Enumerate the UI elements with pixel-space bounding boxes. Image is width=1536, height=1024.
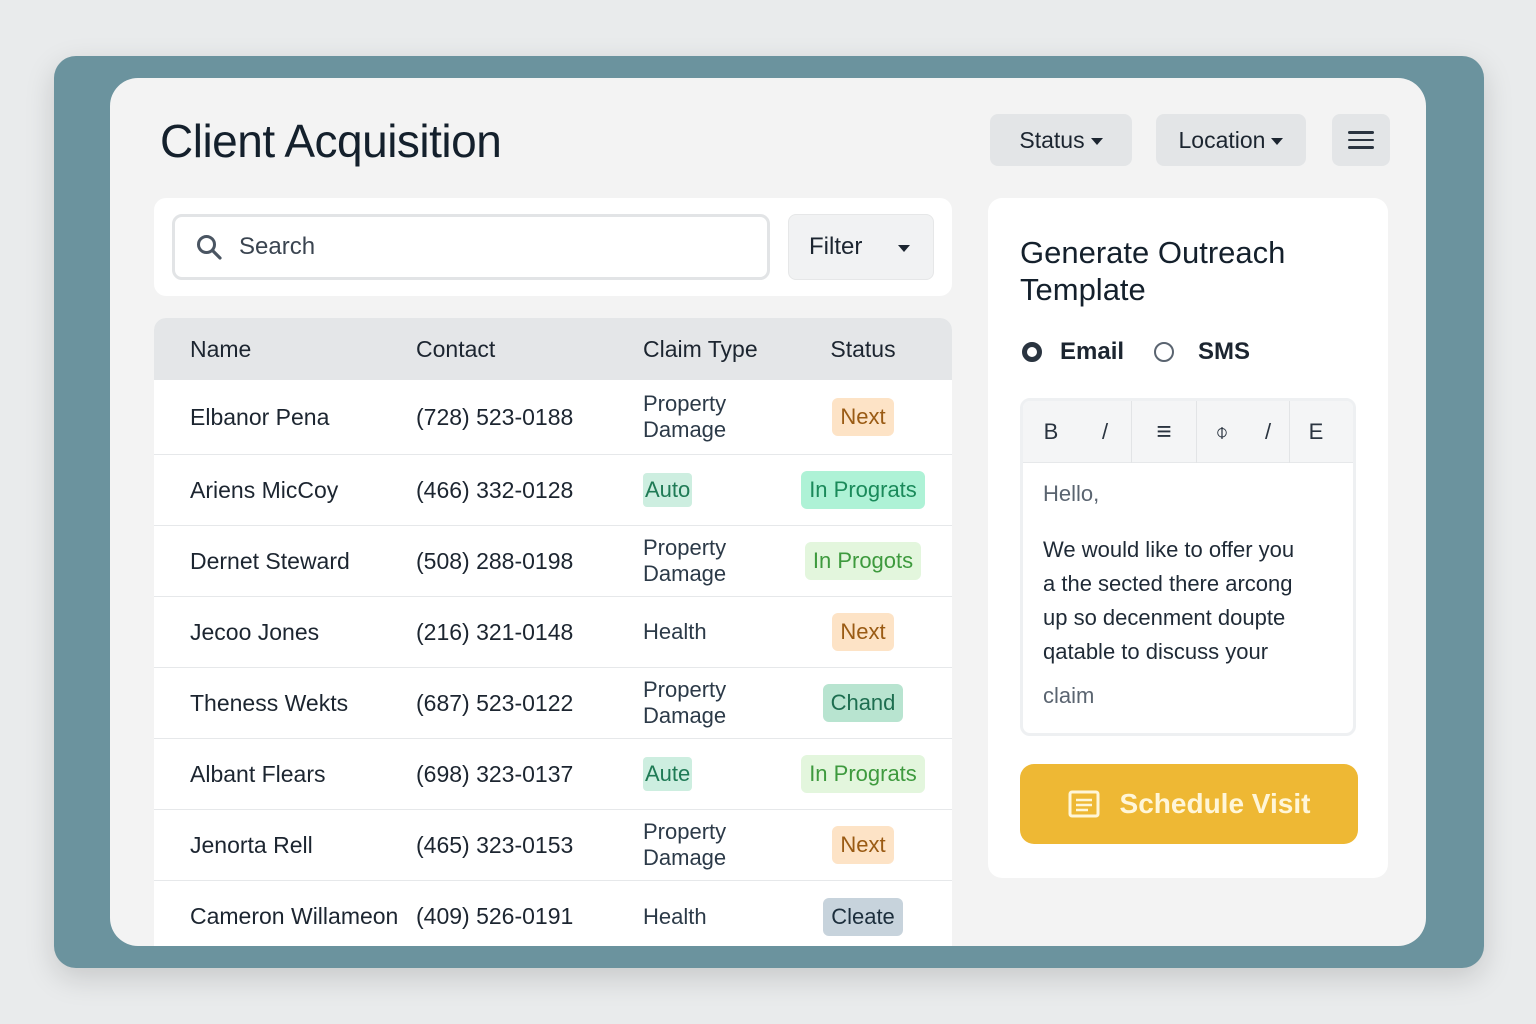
claim-type-line: Damage	[643, 845, 727, 870]
client-name: Theness Wekts	[190, 689, 349, 716]
table-row[interactable]: Jecoo Jones (216) 321-0148 Health Next	[154, 597, 952, 668]
client-name: Jenorta Rell	[190, 831, 313, 858]
page-title: Client Acquisition	[160, 115, 502, 167]
claim-type-line: Property	[643, 819, 727, 844]
filter-label: Filter	[809, 233, 863, 260]
outreach-title: Generate Outreach Template	[1020, 235, 1286, 307]
client-contact: (508) 288-0198	[416, 547, 574, 574]
client-name: Ariens MicCoy	[190, 476, 339, 503]
main-panel: Client Acquisition Status Location Filte…	[110, 78, 1426, 946]
column-header-contact[interactable]: Contact	[416, 336, 495, 363]
status-dropdown-label: Status	[1019, 126, 1085, 153]
schedule-visit-button[interactable]: Schedule Visit	[1020, 764, 1358, 844]
editor-toolbar: B / ≡ ⌽ / E	[1023, 401, 1353, 463]
sms-radio[interactable]	[1154, 342, 1175, 362]
location-dropdown[interactable]: Location	[1156, 114, 1306, 166]
channel-selector: Email SMS	[1022, 338, 1250, 366]
client-name: Elbanor Pena	[190, 403, 330, 430]
status-badge: In Prograts	[801, 755, 925, 793]
italic-button[interactable]: /	[1079, 401, 1131, 463]
chevron-down-icon	[1271, 137, 1284, 145]
column-header-claim-type[interactable]: Claim Type	[643, 336, 758, 363]
email-radio[interactable]	[1022, 342, 1042, 362]
column-header-status[interactable]: Status	[790, 336, 936, 363]
claim-type: Property Damage	[643, 535, 753, 587]
sms-option[interactable]: SMS	[1154, 338, 1250, 366]
email-option[interactable]: Email	[1022, 338, 1124, 366]
message-closing: claim	[1043, 683, 1095, 708]
message-line: up so decenment doupte	[1043, 605, 1286, 630]
status-dropdown[interactable]: Status	[990, 114, 1132, 166]
client-contact: (216) 321-0148	[416, 618, 574, 645]
message-body: We would like to offer you a the sected …	[1043, 533, 1333, 669]
hamburger-menu-icon	[1348, 131, 1374, 149]
claim-type: Property Damage	[643, 819, 753, 871]
client-name: Dernet Steward	[190, 547, 350, 574]
filter-dropdown[interactable]: Filter	[788, 214, 934, 280]
table-header: Name Contact Claim Type Status	[154, 318, 952, 380]
slash-button[interactable]: /	[1247, 401, 1289, 463]
message-greeting: Hello,	[1043, 481, 1100, 506]
calendar-note-icon	[1068, 790, 1100, 818]
align-button[interactable]: ≡	[1132, 401, 1196, 463]
client-name: Jecoo Jones	[190, 618, 320, 645]
claim-type: Property Damage	[643, 677, 753, 729]
status-badge: Next	[832, 398, 894, 436]
client-name: Albant Flears	[190, 760, 326, 787]
client-contact: (465) 323-0153	[416, 831, 574, 858]
status-badge: Next	[832, 826, 894, 864]
chevron-down-icon	[1090, 137, 1103, 145]
status-badge: In Progots	[804, 542, 922, 580]
clients-table: Name Contact Claim Type Status Elbanor P…	[154, 318, 952, 946]
search-box[interactable]	[172, 214, 770, 280]
chevron-down-icon	[898, 244, 911, 252]
outreach-template-card: Generate Outreach Template Email SMS B /…	[988, 198, 1388, 878]
client-name: Cameron Willameon	[190, 903, 399, 929]
sms-label: SMS	[1198, 338, 1251, 365]
message-line: We would like to offer you	[1043, 537, 1295, 562]
status-badge: In Prograts	[801, 471, 925, 509]
message-line: a the sected there arcong	[1043, 571, 1293, 596]
table-row[interactable]: Cameron Willameon (409) 526-0191 Health …	[154, 881, 952, 946]
client-contact: (687) 523-0122	[416, 689, 574, 716]
claim-type-line: Property	[643, 677, 727, 702]
claim-type-line: Damage	[643, 561, 727, 586]
schedule-visit-label: Schedule Visit	[1119, 788, 1311, 819]
table-row[interactable]: Elbanor Pena (728) 523-0188 Property Dam…	[154, 380, 952, 455]
claim-type-line: Damage	[643, 703, 727, 728]
status-badge: Cleate	[823, 897, 903, 936]
editor-body[interactable]: Hello, We would like to offer you a the …	[1023, 463, 1353, 727]
claim-type-line: Property	[643, 535, 727, 560]
claim-type-line: Property	[643, 391, 727, 416]
claim-type: Auto	[643, 473, 693, 507]
table-row[interactable]: Jenorta Rell (465) 323-0153 Property Dam…	[154, 810, 952, 881]
format-e-button[interactable]: E	[1290, 401, 1342, 463]
table-row[interactable]: Ariens MicCoy (466) 332-0128 Auto In Pro…	[154, 455, 952, 526]
message-line: qatable to discuss your	[1043, 639, 1269, 664]
claim-type: Property Damage	[643, 391, 753, 443]
link-button[interactable]: ⌽	[1197, 401, 1247, 463]
menu-button[interactable]	[1332, 114, 1390, 166]
client-contact: (698) 323-0137	[416, 760, 574, 787]
search-bar-card: Filter	[154, 198, 952, 296]
search-input[interactable]	[239, 233, 699, 261]
table-row[interactable]: Albant Flears (698) 323-0137 Aute In Pro…	[154, 739, 952, 810]
claim-type: Aute	[643, 757, 693, 791]
status-badge: Chand	[822, 684, 904, 722]
search-icon	[197, 235, 222, 260]
client-contact: (728) 523-0188	[416, 403, 574, 430]
claim-type: Health	[643, 619, 707, 644]
email-label: Email	[1060, 338, 1125, 365]
client-contact: (409) 526-0191	[416, 903, 574, 929]
table-row[interactable]: Dernet Steward (508) 288-0198 Property D…	[154, 526, 952, 597]
table-row[interactable]: Theness Wekts (687) 523-0122 Property Da…	[154, 668, 952, 739]
message-editor[interactable]: B / ≡ ⌽ / E Hello, We would like to offe…	[1020, 398, 1356, 736]
status-badge: Next	[832, 613, 894, 651]
claim-type-line: Damage	[643, 417, 727, 442]
bold-button[interactable]: B	[1023, 401, 1079, 463]
client-contact: (466) 332-0128	[416, 476, 574, 503]
location-dropdown-label: Location	[1178, 126, 1266, 153]
column-header-name[interactable]: Name	[190, 336, 251, 363]
claim-type: Health	[643, 903, 707, 929]
